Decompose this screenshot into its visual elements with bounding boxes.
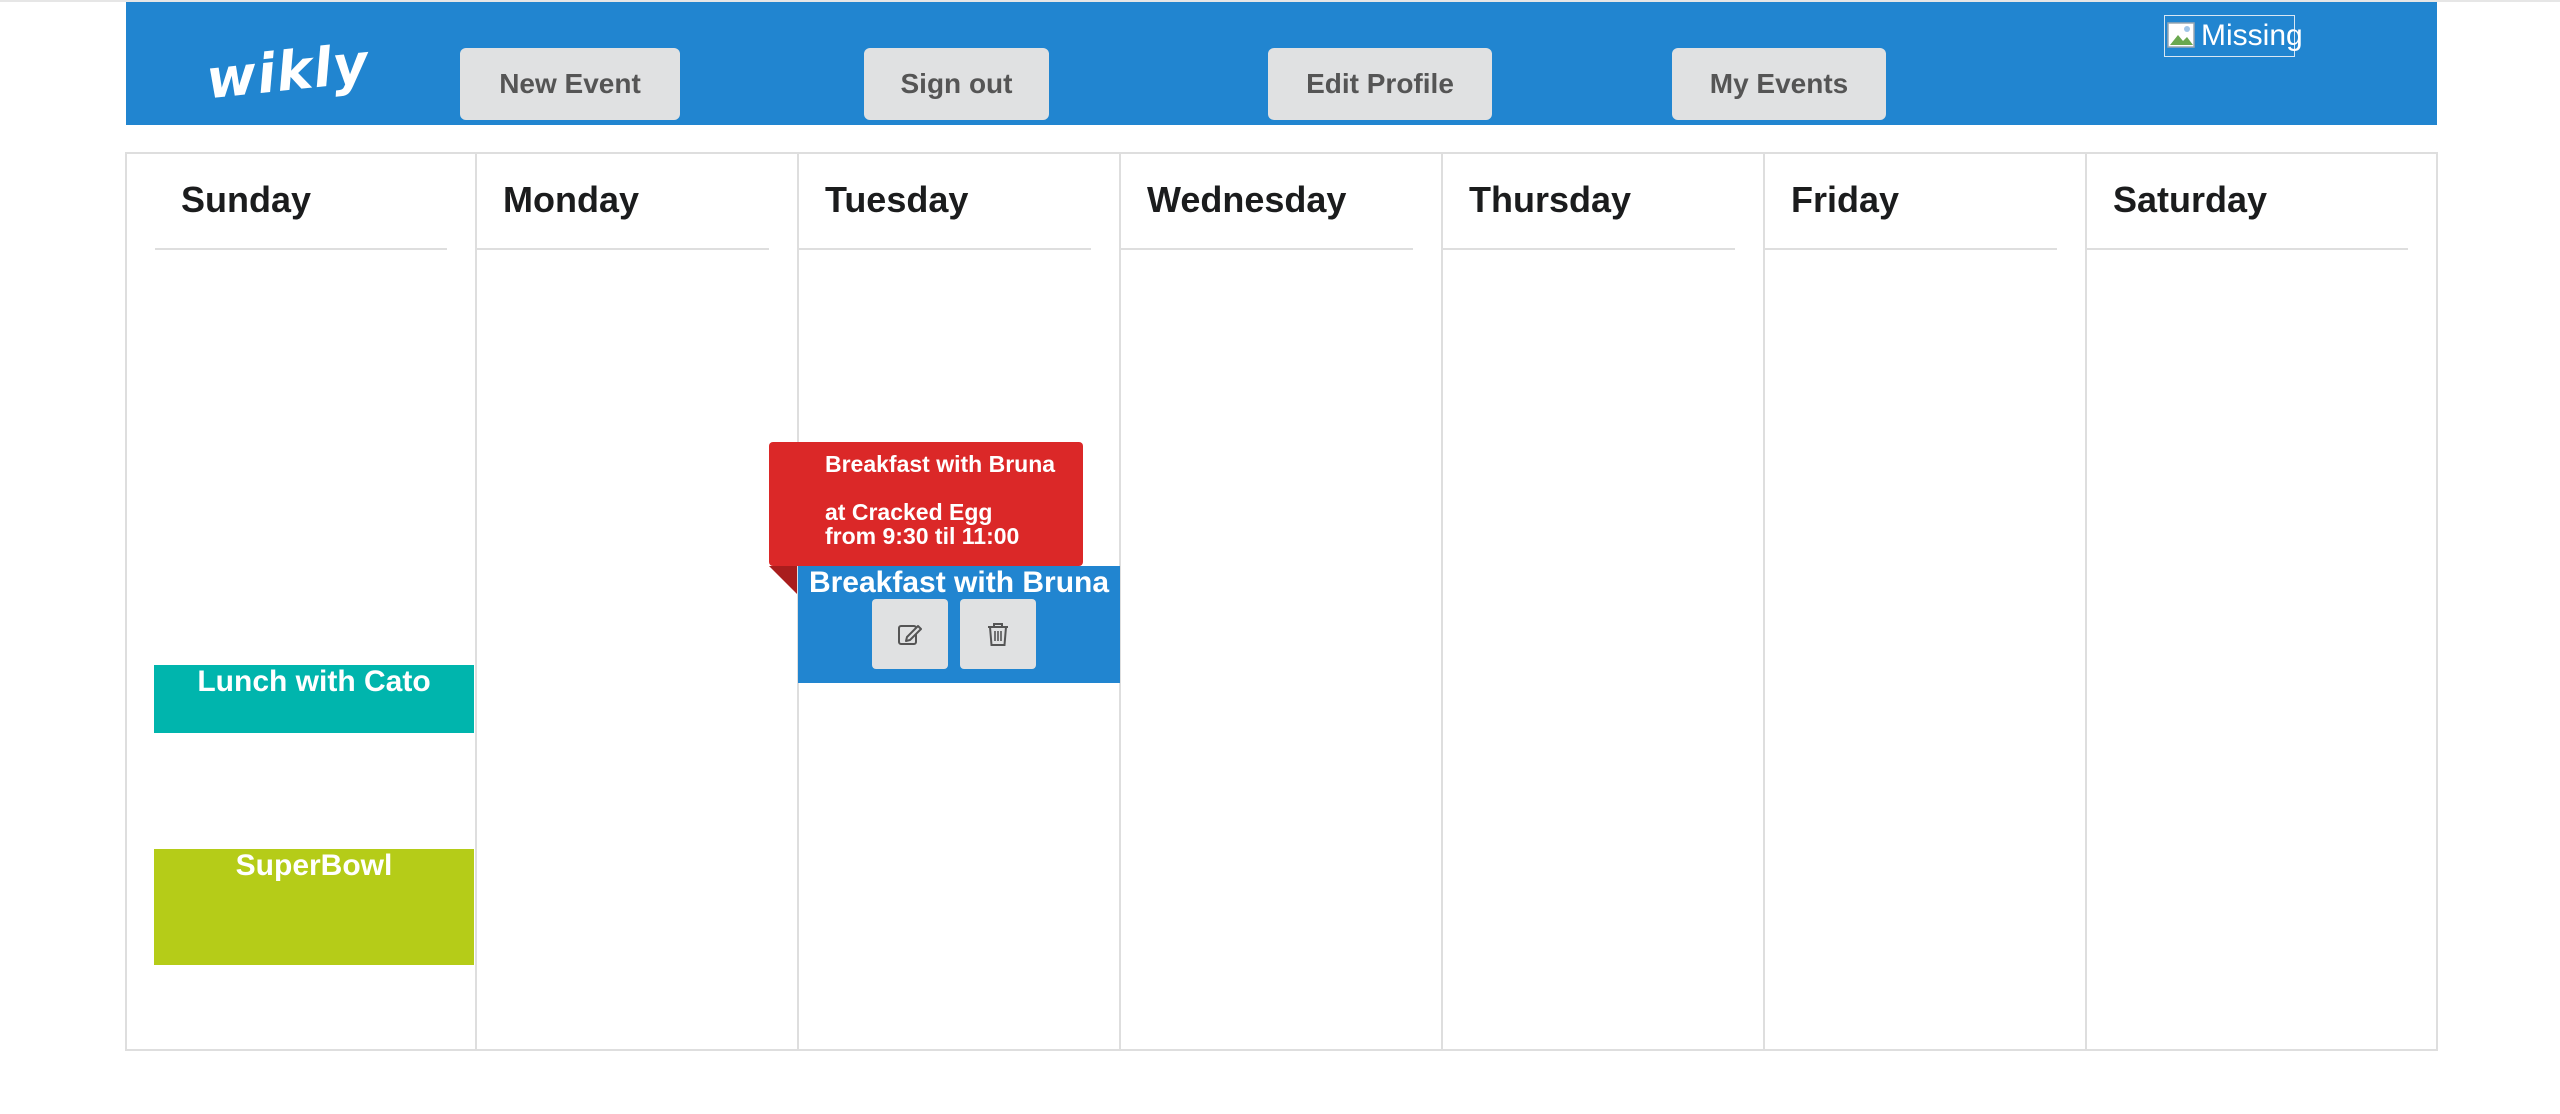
day-header: Thursday (1469, 179, 1632, 220)
edit-profile-button[interactable]: Edit Profile (1268, 48, 1492, 120)
day-header: Wednesday (1147, 179, 1347, 220)
day-header: Saturday (2113, 179, 2268, 220)
day-header: Sunday (181, 179, 312, 220)
day-column-thursday[interactable]: Thursday (1443, 154, 1765, 1049)
app-logo[interactable]: wikly (203, 32, 372, 112)
app-header: wikly New Event Sign out Edit Profile My… (126, 2, 2437, 125)
header-divider (799, 248, 1091, 250)
my-events-button[interactable]: My Events (1672, 48, 1886, 120)
tooltip-title: Breakfast with Bruna (825, 451, 1056, 477)
avatar-alt-text: Missing (2201, 19, 2303, 52)
event-title: Breakfast with Bruna (808, 566, 1110, 599)
header-divider (2087, 248, 2408, 250)
trash-icon (988, 623, 1008, 646)
day-column-saturday[interactable]: Saturday (2087, 154, 2436, 1049)
event-lunch-with-cato[interactable]: Lunch with Cato (154, 665, 474, 733)
avatar[interactable]: Missing (2164, 15, 2303, 57)
edit-event-button[interactable] (872, 599, 948, 669)
edit-icon (898, 625, 922, 645)
day-header: Monday (503, 179, 640, 220)
event-title: SuperBowl (235, 849, 393, 882)
event-tooltip: Breakfast with Bruna at Cracked Egg from… (769, 442, 1083, 594)
day-column-monday[interactable]: Monday (477, 154, 799, 1049)
header-divider (1121, 248, 1413, 250)
header-divider (1765, 248, 2057, 250)
header-divider (1443, 248, 1735, 250)
header-divider (155, 248, 447, 250)
event-superbowl[interactable]: SuperBowl (154, 849, 474, 965)
broken-image-icon (2167, 22, 2195, 48)
delete-event-button[interactable] (960, 599, 1036, 669)
tooltip-pointer (769, 566, 797, 594)
tooltip-time: from 9:30 til 11:00 (825, 523, 1020, 549)
day-header: Tuesday (825, 179, 969, 220)
header-divider (477, 248, 769, 250)
sign-out-button[interactable]: Sign out (864, 48, 1049, 120)
tooltip-location: at Cracked Egg (825, 499, 993, 525)
day-header: Friday (1791, 179, 1900, 220)
day-column-wednesday[interactable]: Wednesday (1121, 154, 1443, 1049)
event-breakfast-with-bruna[interactable]: Breakfast with Bruna (798, 566, 1120, 683)
new-event-button[interactable]: New Event (460, 48, 680, 120)
day-column-friday[interactable]: Friday (1765, 154, 2087, 1049)
event-title: Lunch with Cato (197, 665, 431, 698)
